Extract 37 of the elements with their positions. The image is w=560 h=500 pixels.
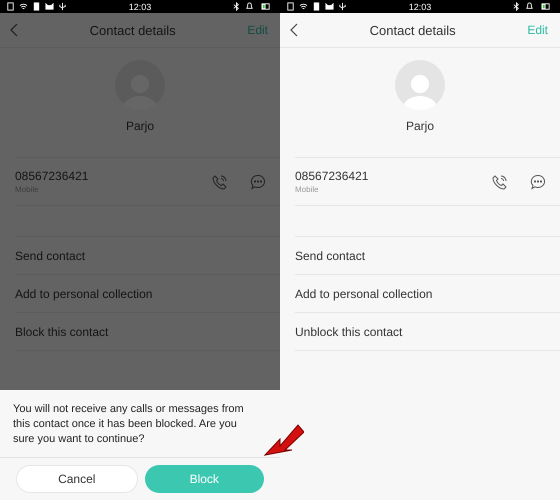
- cancel-button[interactable]: Cancel: [16, 465, 138, 493]
- status-time: 12:03: [408, 2, 432, 12]
- back-icon[interactable]: [290, 23, 298, 37]
- dialog-message: You will not receive any calls or messages from this contact once it has been blocked. Are you sure you want to continue?: [13, 402, 245, 447]
- sim-icon: [286, 2, 295, 11]
- phone-number: 08567236421: [295, 169, 370, 183]
- status-time: 12:03: [128, 2, 152, 12]
- menu-item[interactable]: Add to personal collection: [295, 275, 560, 313]
- phone-number: 08567236421: [15, 169, 90, 183]
- usb-icon: [338, 2, 347, 11]
- call-icon[interactable]: [492, 174, 508, 190]
- sim-icon: [6, 2, 15, 11]
- wifi-icon: [299, 2, 308, 11]
- screen-title: Contact details: [370, 22, 456, 38]
- message-icon[interactable]: [530, 174, 546, 190]
- menu-item[interactable]: Unblock this contact: [295, 313, 560, 351]
- contact-name: Parjo: [124, 119, 155, 133]
- menu-item[interactable]: Send contact: [295, 237, 560, 275]
- contact-name: Parjo: [404, 119, 435, 133]
- bluetooth-icon: [512, 2, 521, 11]
- block-button[interactable]: Block: [144, 465, 264, 493]
- bell-icon: [525, 2, 534, 11]
- call-icon[interactable]: [212, 174, 228, 190]
- message-icon[interactable]: [250, 174, 266, 190]
- bell-icon: [245, 2, 254, 11]
- sd-card-icon: [32, 2, 41, 11]
- edit-link[interactable]: Edit: [527, 23, 548, 37]
- wifi-icon: [19, 2, 28, 11]
- cat-icon: [325, 2, 334, 11]
- edit-link[interactable]: Edit: [247, 23, 268, 37]
- usb-icon: [58, 2, 67, 11]
- number-type: Mobile: [295, 185, 320, 194]
- cat-icon: [45, 2, 54, 11]
- bluetooth-icon: [232, 2, 241, 11]
- sd-card-icon: [312, 2, 321, 11]
- avatar: [395, 60, 445, 110]
- screen-title: Contact details: [90, 22, 176, 38]
